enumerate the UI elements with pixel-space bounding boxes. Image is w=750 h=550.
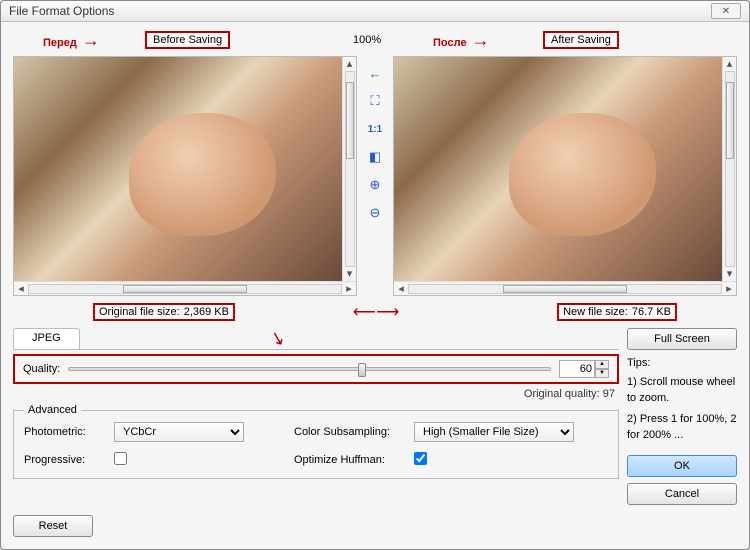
annotation-row: Перед → Before Saving 100% После → After… bbox=[13, 30, 737, 50]
subsampling-select[interactable]: High (Smaller File Size) bbox=[414, 422, 574, 442]
zoom-in-icon[interactable]: ⊕ bbox=[366, 176, 384, 194]
spin-down-icon[interactable]: ▼ bbox=[595, 369, 609, 378]
tab-jpeg[interactable]: JPEG bbox=[13, 328, 80, 349]
tips-header: Tips: bbox=[627, 356, 737, 371]
progressive-checkbox[interactable] bbox=[114, 452, 127, 465]
vscrollbar-before[interactable]: ▴ ▾ bbox=[342, 57, 356, 281]
quality-spinner: ▲ ▼ bbox=[559, 360, 609, 378]
titlebar: File Format Options ✕ bbox=[1, 1, 749, 22]
zoom-percentage: 100% bbox=[353, 34, 381, 46]
hscrollbar-after[interactable]: ◂ ▸ bbox=[394, 281, 736, 295]
annotation-before: Перед → bbox=[43, 30, 100, 51]
after-saving-label: After Saving bbox=[543, 31, 619, 49]
bottom-row: Reset bbox=[13, 511, 737, 537]
before-saving-label: Before Saving bbox=[145, 31, 230, 49]
filesize-row: Original file size: 2,369 KB ⟵ ⟶ New fil… bbox=[13, 302, 737, 322]
arrow-right-icon: → bbox=[472, 30, 490, 50]
tool-column: ← ⛶ 1:1 ◧ ⊕ ⊖ bbox=[363, 56, 387, 296]
reset-button[interactable]: Reset bbox=[13, 515, 93, 537]
huffman-checkbox[interactable] bbox=[414, 452, 427, 465]
scroll-left-icon[interactable]: ◂ bbox=[394, 282, 408, 295]
annotation-after-text: После bbox=[433, 37, 467, 49]
advanced-legend: Advanced bbox=[24, 404, 81, 416]
quality-row: Quality: ▲ ▼ bbox=[13, 354, 619, 384]
tip-1: 1) Scroll mouse wheel to zoom. bbox=[627, 375, 737, 406]
window-title: File Format Options bbox=[9, 4, 711, 18]
tips-text: Tips: 1) Scroll mouse wheel to zoom. 2) … bbox=[627, 356, 737, 443]
new-filesize: New file size: 76.7 KB bbox=[557, 303, 677, 321]
hscroll-thumb[interactable] bbox=[503, 285, 628, 293]
vscroll-thumb[interactable] bbox=[726, 82, 734, 160]
original-quality: Original quality: 97 bbox=[13, 388, 619, 400]
original-filesize: Original file size: 2,369 KB bbox=[93, 303, 235, 321]
tip-2: 2) Press 1 for 100%, 2 for 200% ... bbox=[627, 412, 737, 443]
scroll-right-icon[interactable]: ▸ bbox=[342, 282, 356, 295]
scroll-right-icon[interactable]: ▸ bbox=[722, 282, 736, 295]
close-button[interactable]: ✕ bbox=[711, 3, 741, 19]
ok-button[interactable]: OK bbox=[627, 455, 737, 477]
fit-width-icon[interactable]: ◧ bbox=[366, 148, 384, 166]
scroll-down-icon[interactable]: ▾ bbox=[723, 267, 736, 281]
cancel-button[interactable]: Cancel bbox=[627, 483, 737, 505]
format-tabs: JPEG ↘ bbox=[13, 328, 619, 350]
quality-label: Quality: bbox=[23, 363, 60, 375]
preview-after: ▴ ▾ ◂ ▸ bbox=[393, 56, 737, 296]
quality-slider[interactable] bbox=[68, 367, 551, 371]
huffman-label: Optimize Huffman: bbox=[294, 454, 414, 466]
fit-window-icon[interactable]: ⛶ bbox=[366, 92, 384, 110]
preview-after-image[interactable] bbox=[394, 57, 722, 281]
double-arrow-icon: ⟵ ⟶ bbox=[353, 302, 397, 322]
hscroll-thumb[interactable] bbox=[123, 285, 248, 293]
dialog-window: File Format Options ✕ Перед → Before Sav… bbox=[0, 0, 750, 550]
vscrollbar-after[interactable]: ▴ ▾ bbox=[722, 57, 736, 281]
new-filesize-value: 76.7 KB bbox=[632, 306, 671, 318]
scroll-down-icon[interactable]: ▾ bbox=[343, 267, 356, 281]
subsampling-label: Color Subsampling: bbox=[294, 426, 414, 438]
fullscreen-button[interactable]: Full Screen bbox=[627, 328, 737, 350]
zoom-out-icon[interactable]: ⊖ bbox=[366, 204, 384, 222]
preview-before-image[interactable] bbox=[14, 57, 342, 281]
hscrollbar-before[interactable]: ◂ ▸ bbox=[14, 281, 356, 295]
side-panel: Full Screen Tips: 1) Scroll mouse wheel … bbox=[627, 328, 737, 505]
actual-size-icon[interactable]: 1:1 bbox=[366, 120, 384, 138]
quality-input[interactable] bbox=[559, 360, 595, 378]
new-filesize-label: New file size: bbox=[563, 306, 628, 318]
lower-panel: JPEG ↘ Quality: ▲ ▼ bbox=[13, 328, 737, 505]
progressive-label: Progressive: bbox=[24, 454, 114, 466]
annotation-after: После → bbox=[433, 30, 490, 51]
quality-slider-thumb[interactable] bbox=[358, 363, 366, 377]
scroll-left-icon[interactable]: ◂ bbox=[14, 282, 28, 295]
arrow-right-icon: → bbox=[82, 30, 100, 50]
original-filesize-value: 2,369 KB bbox=[184, 306, 229, 318]
advanced-group: Advanced Photometric: YCbCr Color Subsam… bbox=[13, 404, 619, 479]
photometric-select[interactable]: YCbCr bbox=[114, 422, 244, 442]
preview-before: ▴ ▾ ◂ ▸ bbox=[13, 56, 357, 296]
back-icon[interactable]: ← bbox=[366, 64, 384, 82]
scroll-up-icon[interactable]: ▴ bbox=[343, 57, 356, 71]
diag-arrow-icon: ↘ bbox=[267, 326, 287, 350]
vscroll-thumb[interactable] bbox=[346, 82, 354, 160]
scroll-up-icon[interactable]: ▴ bbox=[723, 57, 736, 71]
preview-area: ▴ ▾ ◂ ▸ ← ⛶ 1:1 ◧ ⊕ ⊖ bbox=[13, 56, 737, 296]
photometric-label: Photometric: bbox=[24, 426, 114, 438]
content-area: Перед → Before Saving 100% После → After… bbox=[1, 22, 749, 549]
annotation-before-text: Перед bbox=[43, 37, 77, 49]
original-filesize-label: Original file size: bbox=[99, 306, 180, 318]
settings-panel: JPEG ↘ Quality: ▲ ▼ bbox=[13, 328, 619, 505]
spin-up-icon[interactable]: ▲ bbox=[595, 360, 609, 369]
